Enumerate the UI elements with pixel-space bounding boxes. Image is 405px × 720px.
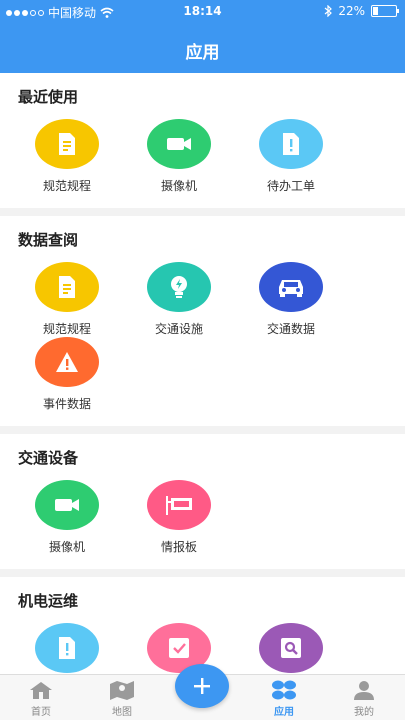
tab-apps[interactable]: 应用 [249, 679, 319, 718]
app-label: 事件数据 [42, 397, 91, 411]
app-label: 待办工单 [266, 179, 315, 193]
tab-mine-label: 我的 [354, 707, 374, 718]
user-icon [354, 681, 374, 700]
add-button[interactable] [175, 664, 229, 708]
section-2: 数据查阅规范规程 交通设施 交通数据事件数据 [0, 216, 405, 426]
app-tile[interactable]: 情报板 [134, 480, 224, 555]
app-label: 交通设施 [154, 322, 203, 336]
app-sections: 最近使用 规范规程 摄像机 待办工单 数据查阅 规范规程 交通设施 交通数据 事件数据 交通设备摄… [0, 73, 405, 720]
section-title: 数据查阅 [18, 231, 79, 249]
document-icon [35, 119, 99, 169]
document-icon [35, 262, 99, 312]
section-title: 机电运维 [18, 592, 79, 610]
app-grid: 规范规程 交通设施 交通数据事件数据 [0, 252, 405, 426]
app-label: 摄像机 [48, 540, 85, 554]
home-icon [30, 682, 52, 699]
app-tile[interactable]: 规范规程 [22, 262, 112, 337]
tab-mine[interactable]: 我的 [329, 679, 399, 718]
section-title: 最近使用 [18, 88, 79, 106]
car-icon [259, 262, 323, 312]
search-order-icon [259, 623, 323, 673]
app-tile[interactable]: 事件数据 [22, 337, 112, 412]
page-title: 应用 [185, 43, 220, 63]
battery-icon [371, 5, 399, 17]
warning-icon [35, 337, 99, 387]
app-label: 交通数据 [266, 322, 315, 336]
app-tile[interactable]: 规范规程 [22, 119, 112, 194]
app-tile[interactable]: 摄像机 [134, 119, 224, 194]
camera-icon [147, 119, 211, 169]
tab-map[interactable]: 地图 [87, 679, 157, 718]
tab-apps-label: 应用 [274, 707, 294, 718]
camera-icon [35, 480, 99, 530]
navigation-bar: 应用 [0, 24, 405, 73]
lightbulb-icon [147, 262, 211, 312]
info-board-icon [147, 480, 211, 530]
pending-order-icon [259, 119, 323, 169]
tab-map-label: 地图 [112, 707, 132, 718]
bluetooth-icon [324, 5, 333, 17]
app-grid: 摄像机 情报板 [0, 470, 405, 569]
app-tile[interactable]: 交通数据 [246, 262, 336, 337]
section-title: 交通设备 [18, 449, 79, 467]
app-label: 规范规程 [42, 179, 91, 193]
app-tile[interactable]: 待办工单 [246, 119, 336, 194]
pending-order-icon [35, 623, 99, 673]
app-tile[interactable]: 交通设施 [134, 262, 224, 337]
tab-home[interactable]: 首页 [6, 679, 76, 718]
app-label: 规范规程 [42, 322, 91, 336]
app-label: 情报板 [160, 540, 197, 554]
status-right: 22% [324, 4, 399, 18]
tab-home-label: 首页 [31, 707, 51, 718]
plus-icon [194, 678, 210, 694]
section-3: 交通设备摄像机 情报板 [0, 434, 405, 569]
map-icon [110, 681, 134, 700]
section-1: 最近使用规范规程 摄像机 待办工单 [0, 73, 405, 208]
app-label: 摄像机 [160, 179, 197, 193]
app-grid: 规范规程 摄像机 待办工单 [0, 109, 405, 208]
apps-icon [272, 680, 296, 700]
app-tile[interactable]: 摄像机 [22, 480, 112, 555]
battery-percent: 22% [338, 4, 365, 18]
status-bar: 中国移动 18:14 22% [0, 0, 405, 24]
